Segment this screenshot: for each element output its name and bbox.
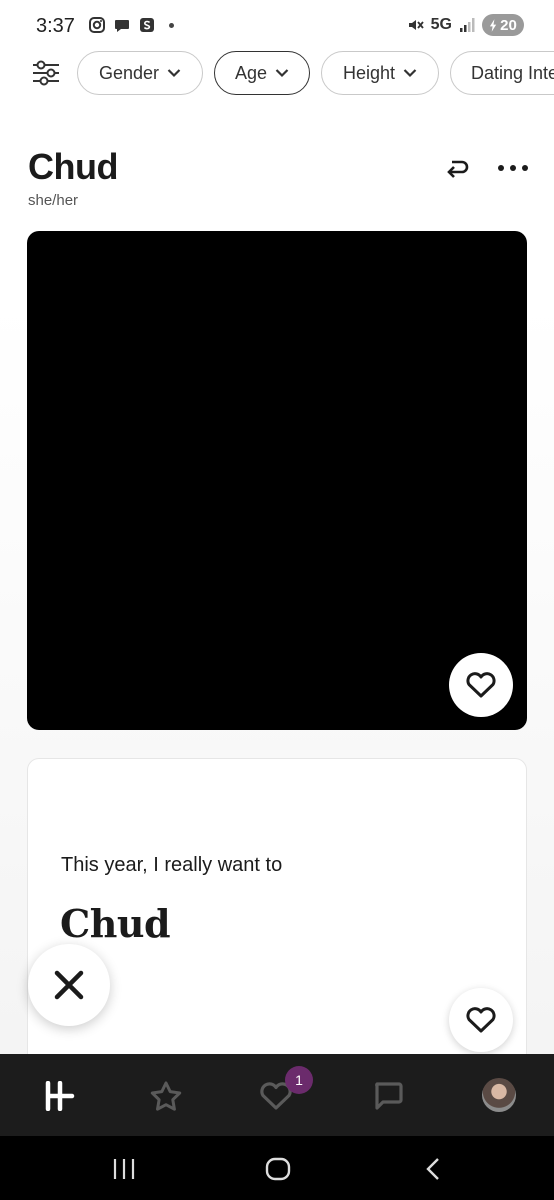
system-nav-bar (0, 1136, 554, 1200)
battery-level: 20 (500, 16, 517, 34)
likes-count-badge: 1 (285, 1066, 313, 1094)
profile-photo (27, 231, 527, 730)
mute-icon (407, 16, 425, 34)
back-button[interactable] (420, 1156, 448, 1182)
nav-standouts[interactable] (146, 1076, 186, 1116)
more-options-button[interactable] (498, 162, 528, 174)
chevron-down-icon (275, 69, 289, 78)
chip-label: Age (234, 62, 268, 83)
heart-icon (466, 672, 496, 698)
home-icon (265, 1157, 291, 1181)
dot-icon (498, 165, 504, 171)
prompt-card: This year, I really want to Chud (27, 758, 527, 1098)
filter-settings-button[interactable] (31, 60, 61, 86)
undo-arrow-icon (447, 160, 469, 178)
bottom-nav: 1 (0, 1054, 554, 1136)
skip-button[interactable] (28, 944, 110, 1026)
messages-icon (113, 16, 131, 34)
dot-icon (510, 165, 516, 171)
heart-icon (466, 1007, 496, 1033)
chip-label: Dating Inte (471, 62, 554, 83)
chevron-down-icon (167, 69, 181, 78)
chevron-down-icon (403, 69, 417, 78)
chat-bubble-icon (375, 1082, 403, 1110)
recent-apps-button[interactable] (110, 1156, 138, 1182)
chip-label: Gender (98, 62, 160, 83)
dot-icon (522, 165, 528, 171)
app-notification-icon (138, 16, 156, 34)
back-chevron-icon (426, 1158, 439, 1180)
notification-icons (88, 16, 174, 34)
more-notifications-dot (169, 22, 174, 28)
chip-label: Height (342, 62, 396, 83)
close-x-icon (54, 970, 84, 1000)
filter-chip-gender[interactable]: Gender (77, 51, 203, 95)
profile-pronouns: she/her (28, 192, 79, 209)
system-status: 5G 20 (407, 14, 524, 36)
status-time: 3:37 (36, 15, 75, 37)
undo-button[interactable] (444, 156, 472, 182)
hinge-logo-icon (45, 1081, 75, 1111)
like-photo-button[interactable] (449, 653, 513, 717)
nav-profile-avatar[interactable] (482, 1078, 516, 1112)
home-button[interactable] (264, 1156, 292, 1182)
network-type: 5G (430, 16, 452, 33)
nav-discover[interactable] (40, 1076, 80, 1116)
filter-bar: Gender Age Height Dating Inte (0, 50, 554, 96)
instagram-icon (88, 16, 106, 34)
recent-apps-icon (113, 1159, 135, 1179)
like-prompt-button[interactable] (449, 988, 513, 1052)
charging-icon (490, 18, 497, 32)
filter-chip-age[interactable]: Age (214, 51, 310, 95)
prompt-answer: Chud (60, 901, 171, 946)
battery-indicator: 20 (482, 14, 524, 36)
sliders-icon (33, 60, 59, 86)
status-bar: 3:37 5G 20 (0, 0, 554, 54)
filter-chip-height[interactable]: Height (321, 51, 439, 95)
profile-name: Chud (28, 146, 118, 187)
nav-matches[interactable] (368, 1076, 408, 1116)
prompt-question: This year, I really want to (61, 854, 283, 876)
filter-chip-dating-intentions[interactable]: Dating Inte (450, 51, 554, 95)
signal-icon (458, 16, 476, 34)
star-icon (150, 1081, 182, 1111)
